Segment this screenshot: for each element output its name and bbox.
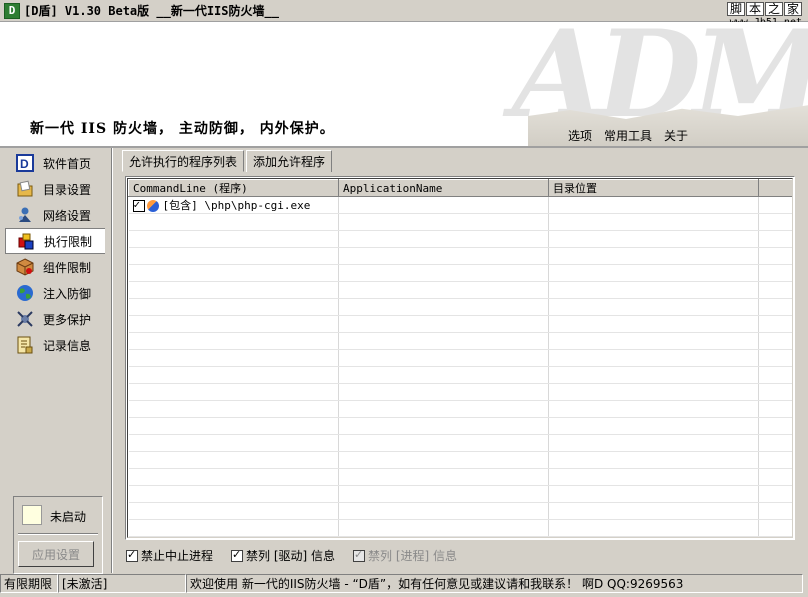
watermark-char: 家 (783, 2, 802, 16)
status-panel: 未启动 应用设置 (13, 496, 103, 574)
log-icon (15, 335, 35, 355)
option-label: 禁列 [驱动] 信息 (246, 549, 336, 563)
table-row-empty (128, 281, 792, 299)
globe-icon (15, 283, 35, 303)
sidebar-item-label: 目录设置 (43, 182, 92, 197)
table-row-empty (128, 468, 792, 486)
table-row[interactable]: [包含] \php\php-cgi.exe (128, 196, 792, 214)
table-row-empty (128, 332, 792, 350)
tab-allowed-programs[interactable]: 允许执行的程序列表 (122, 150, 245, 172)
table-row-empty (128, 298, 792, 316)
table-row-empty (128, 315, 792, 333)
apply-settings-button[interactable]: 应用设置 (18, 541, 94, 567)
sidebar-item-more-protection[interactable]: 更多保护 (5, 306, 110, 332)
app-globe-icon (146, 200, 159, 212)
table-row-empty (128, 366, 792, 384)
table-row-empty (128, 502, 792, 520)
opt-prevent-kill[interactable]: 禁止中止进程 (126, 547, 213, 564)
column-header-filler (758, 179, 792, 197)
sidebar-item-label: 更多保护 (43, 312, 92, 327)
cell-application (338, 196, 549, 214)
table-row-empty (128, 417, 792, 435)
cell-commandline: [包含] \php\php-cgi.exe (128, 196, 339, 214)
sidebar-item-execution[interactable]: 执行限制 (5, 228, 105, 254)
watermark-char: 本 (745, 2, 764, 16)
watermark-char: 之 (764, 2, 783, 16)
table-row-empty (128, 400, 792, 418)
table-row-empty (128, 383, 792, 401)
row-checkbox[interactable] (132, 198, 145, 212)
opt-hide-drivers[interactable]: 禁列 [驱动] 信息 (231, 547, 335, 564)
sidebar-item-directory[interactable]: 目录设置 (5, 176, 110, 202)
table-row-empty (128, 434, 792, 452)
opt-hide-processes[interactable]: 禁列 [进程] 信息 (353, 547, 457, 564)
title-bar: D [D盾] V1.30 Beta版 __新一代IIS防火墙__ 脚 本 之 家… (0, 0, 808, 28)
d-logo-icon: D (15, 153, 35, 173)
checkbox[interactable] (231, 548, 244, 562)
options-row: 禁止中止进程 禁列 [驱动] 信息 禁列 [进程] 信息 (126, 547, 457, 564)
sidebar-item-label: 注入防御 (43, 286, 92, 301)
column-header-location[interactable]: 目录位置 (548, 179, 759, 197)
service-status: 未启动 (50, 510, 87, 524)
option-label: 禁列 [进程] 信息 (368, 549, 458, 563)
sidebar-item-label: 组件限制 (43, 260, 92, 275)
sidebar-item-label: 记录信息 (43, 338, 92, 353)
menu-options[interactable]: 选项 (568, 127, 592, 144)
table-row-empty (128, 213, 792, 231)
license-label: 有限期限 (0, 574, 58, 593)
license-value: [未激活] (58, 574, 186, 593)
sidebar-item-label: 软件首页 (43, 156, 92, 171)
window-title: [D盾] V1.30 Beta版 __新一代IIS防火墙__ (24, 4, 279, 18)
commandline-text: [包含] \php\php-cgi.exe (162, 199, 311, 212)
table-row-empty (128, 451, 792, 469)
blocks-icon (16, 231, 36, 251)
column-header-commandline[interactable]: CommandLine (程序) (128, 179, 339, 197)
banner-slogan: 新一代 IIS 防火墙， 主动防御， 内外保护。 (30, 121, 335, 137)
checkbox[interactable] (353, 548, 366, 562)
cell-location (548, 196, 759, 214)
menu-tools[interactable]: 常用工具 (604, 127, 652, 144)
package-icon (15, 257, 35, 277)
status-bar: 有限期限 [未激活] 欢迎使用 新一代的IIS防火墙 - “D盾”，如有任何意见… (0, 574, 808, 594)
table-row-empty (128, 230, 792, 248)
status-indicator (22, 505, 42, 525)
sidebar-item-label: 执行限制 (44, 234, 93, 249)
satellite-icon (15, 309, 35, 329)
program-list: CommandLine (程序) ApplicationName 目录位置 [包… (125, 176, 795, 540)
sidebar-item-injection[interactable]: 注入防御 (5, 280, 110, 306)
column-header-application[interactable]: ApplicationName (338, 179, 549, 197)
tab-add-program[interactable]: 添加允许程序 (246, 150, 333, 172)
table-row-empty (128, 349, 792, 367)
table-row-empty (128, 247, 792, 265)
watermark-char: 脚 (726, 2, 745, 16)
program-table: CommandLine (程序) ApplicationName 目录位置 [包… (128, 179, 792, 537)
table-row-empty (128, 264, 792, 282)
option-label: 禁止中止进程 (141, 549, 214, 563)
tab-strip: 允许执行的程序列表 添加允许程序 (122, 150, 333, 172)
divider (18, 533, 98, 535)
banner: ADM 新一代 IIS 防火墙， 主动防御， 内外保护。 选项 常用工具 关于 (0, 22, 808, 148)
sidebar-item-component[interactable]: 组件限制 (5, 254, 110, 280)
sidebar-divider (111, 148, 113, 573)
sidebar-item-home[interactable]: D 软件首页 (5, 150, 110, 176)
top-menu: 选项 常用工具 关于 (568, 127, 688, 144)
checkbox[interactable] (126, 548, 138, 562)
status-message: 欢迎使用 新一代的IIS防火墙 - “D盾”，如有任何意见或建议请和我联系！ 啊… (186, 574, 803, 593)
sidebar: D 软件首页 目录设置 网络设置 执行限制 组件限制 注入防御 更多保护 记录信… (5, 148, 113, 574)
table-row-empty (128, 485, 792, 503)
sidebar-item-label: 网络设置 (43, 208, 92, 223)
table-row-empty (128, 519, 792, 537)
svg-text:D: D (20, 157, 29, 171)
network-icon (15, 205, 35, 225)
menu-about[interactable]: 关于 (664, 127, 688, 144)
sidebar-item-logs[interactable]: 记录信息 (5, 332, 110, 358)
app-icon: D (4, 2, 20, 19)
sidebar-item-network[interactable]: 网络设置 (5, 202, 110, 228)
folder-icon (15, 179, 35, 199)
